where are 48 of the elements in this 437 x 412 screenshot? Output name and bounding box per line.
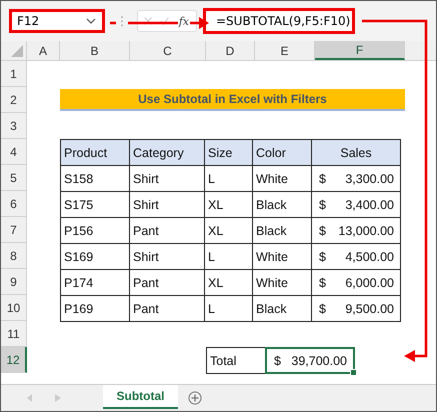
title-banner: Use Subtotal in Excel with Filters <box>60 89 405 111</box>
amount-text: 4,500.00 <box>345 250 394 264</box>
row-header[interactable]: 8 <box>1 243 27 269</box>
row-header[interactable]: 3 <box>1 113 27 139</box>
currency-symbol: $ <box>319 224 326 238</box>
row-header[interactable]: 7 <box>1 217 27 243</box>
check-icon[interactable] <box>160 16 170 26</box>
name-box[interactable]: F12 <box>9 9 105 33</box>
fill-handle[interactable] <box>350 369 357 376</box>
table-header-cell: Category <box>129 139 205 166</box>
row-header[interactable]: 11 <box>1 321 27 347</box>
column-header[interactable]: F <box>315 41 405 60</box>
column-header[interactable]: A <box>27 41 60 60</box>
formula-field[interactable]: =SUBTOTAL(9,F5:F10) <box>203 8 355 34</box>
column-header[interactable]: C <box>130 41 206 60</box>
dropdown-icon <box>86 18 96 24</box>
row-header[interactable]: 1 <box>1 61 27 87</box>
currency-symbol: $ <box>319 302 326 316</box>
row-header[interactable]: 12 <box>1 347 27 373</box>
row-header[interactable]: 9 <box>1 269 27 295</box>
currency-symbol: $ <box>319 276 326 290</box>
currency-symbol: $ <box>319 172 326 186</box>
amount-text: 3,300.00 <box>345 172 394 186</box>
currency-symbol: $ <box>319 250 326 264</box>
column-header[interactable]: B <box>60 41 130 60</box>
table-header-cell: Color <box>252 139 312 166</box>
amount-text: 6,000.00 <box>345 276 394 290</box>
row-header[interactable]: 10 <box>1 295 27 321</box>
table-header-cell: Sales <box>311 139 401 166</box>
currency-symbol: $ <box>319 198 326 212</box>
insert-function-button[interactable]: fx <box>178 14 190 28</box>
total-label-cell: Total <box>206 347 266 374</box>
table-cell: P169 <box>60 295 130 322</box>
amount-text: 39,700.00 <box>291 354 347 368</box>
table-header-cell: Product <box>60 139 130 166</box>
sheet-tab[interactable]: Subtotal <box>103 385 178 409</box>
row-header[interactable]: 4 <box>1 139 27 165</box>
amount-text: 3,400.00 <box>345 198 394 212</box>
add-sheet-icon[interactable] <box>188 391 202 405</box>
row-header[interactable]: 2 <box>1 87 27 113</box>
table-header-cell: Size <box>204 139 253 166</box>
row-header[interactable]: 5 <box>1 165 27 191</box>
column-header[interactable]: D <box>206 41 255 60</box>
amount-text: 9,500.00 <box>345 302 394 316</box>
currency-symbol: $ <box>274 354 281 368</box>
row-header[interactable]: 6 <box>1 191 27 217</box>
total-value-cell[interactable]: $ 39,700.00 <box>265 347 355 374</box>
amount-text: 13,000.00 <box>338 224 394 238</box>
